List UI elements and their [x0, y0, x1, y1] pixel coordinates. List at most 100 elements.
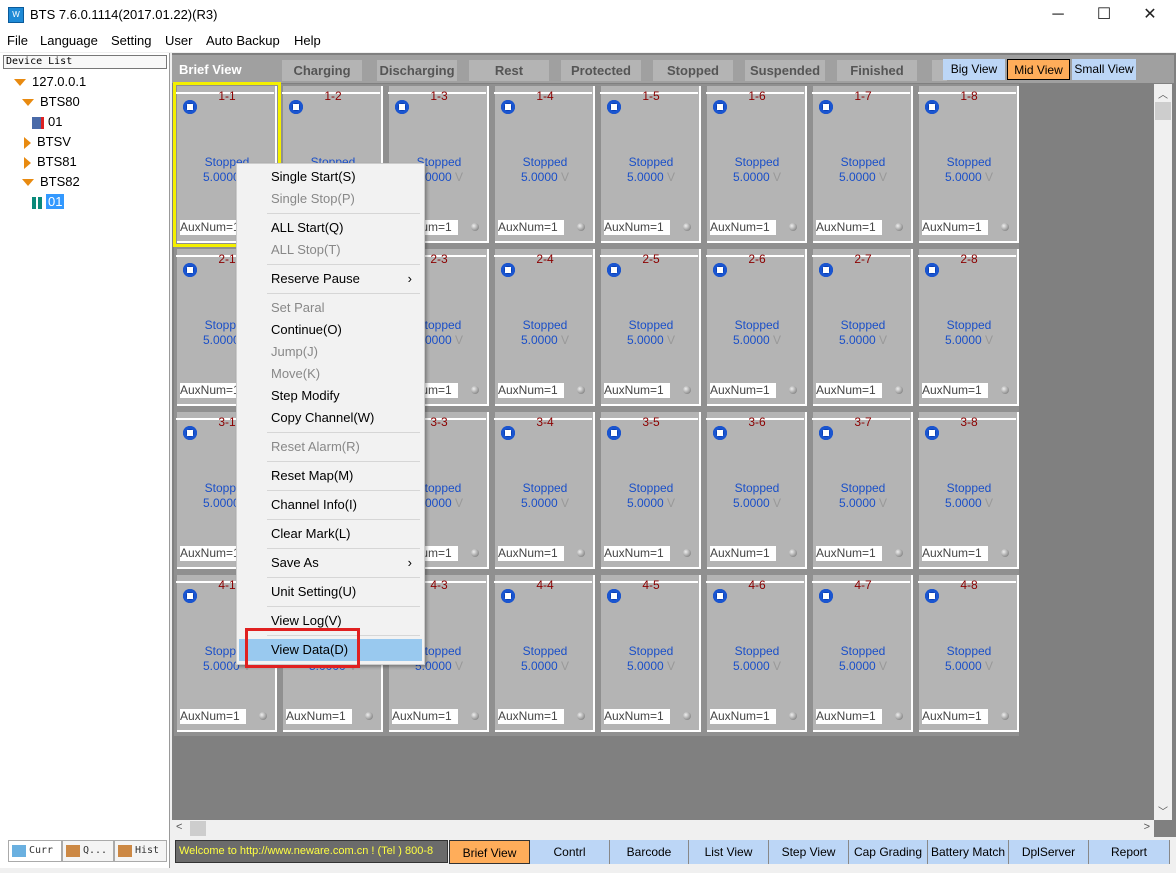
- tree-node-bts80-01[interactable]: 01: [32, 113, 62, 131]
- channel-voltage: 5.0000 V: [520, 659, 570, 673]
- filter-rest[interactable]: Rest: [469, 60, 549, 81]
- minimize-button[interactable]: ─: [1035, 0, 1081, 30]
- maximize-button[interactable]: ☐: [1081, 0, 1127, 30]
- menu-item-reserve-pause[interactable]: Reserve Pause ›: [239, 268, 422, 290]
- channel-card-1-6[interactable]: 1-6 Stopped 5.0000 V AuxNum=1: [706, 86, 807, 243]
- tree-node-host[interactable]: 127.0.0.1: [14, 73, 86, 91]
- channel-card-3-5[interactable]: 3-5 Stopped 5.0000 V AuxNum=1: [600, 412, 701, 569]
- channel-card-1-7[interactable]: 1-7 Stopped 5.0000 V AuxNum=1: [812, 86, 913, 243]
- filter-discharging[interactable]: Discharging: [377, 60, 457, 81]
- channel-card-1-8[interactable]: 1-8 Stopped 5.0000 V AuxNum=1: [918, 86, 1019, 243]
- menu-help[interactable]: Help: [294, 33, 321, 48]
- channel-card-1-4[interactable]: 1-4 Stopped 5.0000 V AuxNum=1: [494, 86, 595, 243]
- bottom-button-barcode[interactable]: Barcode: [610, 840, 689, 864]
- tree-node-bts82-01[interactable]: 01: [32, 193, 65, 211]
- filter-finished[interactable]: Finished: [837, 60, 917, 81]
- bottom-button-cap-grading[interactable]: Cap Grading: [849, 840, 928, 864]
- close-button[interactable]: ✕: [1127, 0, 1173, 30]
- menu-item-unit-setting[interactable]: Unit Setting(U): [239, 581, 422, 603]
- menu-setting[interactable]: Setting: [111, 33, 151, 48]
- menu-item-all-start[interactable]: ALL Start(Q): [239, 217, 422, 239]
- aux-num-field: AuxNum=1: [710, 709, 776, 724]
- bottom-button-step-view[interactable]: Step View: [769, 840, 849, 864]
- status-led-icon: [607, 263, 621, 277]
- menu-item-continue[interactable]: Continue(O): [239, 319, 422, 341]
- menu-item-save-as[interactable]: Save As ›: [239, 552, 422, 574]
- bottom-button-list-view[interactable]: List View: [689, 840, 769, 864]
- menu-item-channel-info[interactable]: Channel Info(I): [239, 494, 422, 516]
- menu-bar: File Language Setting User Auto Backup H…: [0, 30, 1176, 52]
- menu-item-label: Reserve Pause: [271, 271, 360, 286]
- menu-separator: [267, 461, 420, 462]
- horizontal-scrollbar[interactable]: < >: [172, 820, 1154, 837]
- channel-card-2-6[interactable]: 2-6 Stopped 5.0000 V AuxNum=1: [706, 249, 807, 406]
- vertical-scrollbar[interactable]: ︿ ﹀: [1154, 84, 1172, 820]
- bottom-button-brief-view[interactable]: Brief View: [449, 840, 530, 864]
- menu-item-label: ALL Stop(T): [271, 242, 341, 257]
- filter-suspended[interactable]: Suspended: [745, 60, 825, 81]
- tree-node-bts81[interactable]: BTS81: [24, 153, 77, 171]
- small-view-button[interactable]: Small View: [1072, 59, 1136, 80]
- aux-num-field: AuxNum=1: [710, 220, 776, 235]
- channel-card-3-8[interactable]: 3-8 Stopped 5.0000 V AuxNum=1: [918, 412, 1019, 569]
- menu-language[interactable]: Language: [40, 33, 98, 48]
- channel-card-2-7[interactable]: 2-7 Stopped 5.0000 V AuxNum=1: [812, 249, 913, 406]
- channel-card-3-7[interactable]: 3-7 Stopped 5.0000 V AuxNum=1: [812, 412, 913, 569]
- tree-node-bts80[interactable]: BTS80: [22, 93, 80, 111]
- bottom-button-contrl[interactable]: Contrl: [530, 840, 610, 864]
- channel-voltage: 5.0000 V: [944, 333, 994, 347]
- tab-curr[interactable]: Curr: [8, 840, 62, 862]
- menu-item-all-stop: ALL Stop(T): [239, 239, 422, 261]
- scroll-down-icon[interactable]: ﹀: [1154, 803, 1172, 818]
- tab-q[interactable]: Q...: [62, 840, 114, 862]
- channel-card-3-4[interactable]: 3-4 Stopped 5.0000 V AuxNum=1: [494, 412, 595, 569]
- scrollbar-thumb[interactable]: [190, 821, 206, 836]
- menu-item-copy-channel[interactable]: Copy Channel(W): [239, 407, 422, 429]
- channel-card-4-6[interactable]: 4-6 Stopped 5.0000 V AuxNum=1: [706, 575, 807, 732]
- channel-card-4-7[interactable]: 4-7 Stopped 5.0000 V AuxNum=1: [812, 575, 913, 732]
- menu-file[interactable]: File: [7, 33, 28, 48]
- filter-charging[interactable]: Charging: [282, 60, 362, 81]
- menu-item-label: Save As: [271, 555, 319, 570]
- aux-ball-icon: [895, 712, 903, 720]
- tab-label: Hist: [135, 845, 160, 856]
- scroll-left-icon[interactable]: <: [176, 821, 182, 833]
- channel-card-2-5[interactable]: 2-5 Stopped 5.0000 V AuxNum=1: [600, 249, 701, 406]
- channel-card-4-4[interactable]: 4-4 Stopped 5.0000 V AuxNum=1: [494, 575, 595, 732]
- tree-label: BTS81: [37, 154, 77, 169]
- filter-protected[interactable]: Protected: [561, 60, 641, 81]
- channel-card-3-6[interactable]: 3-6 Stopped 5.0000 V AuxNum=1: [706, 412, 807, 569]
- channel-card-4-8[interactable]: 4-8 Stopped 5.0000 V AuxNum=1: [918, 575, 1019, 732]
- bottom-button-battery-match[interactable]: Battery Match: [928, 840, 1009, 864]
- tab-hist[interactable]: Hist: [114, 840, 167, 862]
- menu-separator: [267, 490, 420, 491]
- mid-view-button[interactable]: Mid View: [1007, 59, 1070, 80]
- menu-item-clear-mark[interactable]: Clear Mark(L): [239, 523, 422, 545]
- channel-voltage: 5.0000 V: [520, 333, 570, 347]
- channel-card-2-4[interactable]: 2-4 Stopped 5.0000 V AuxNum=1: [494, 249, 595, 406]
- channel-card-4-5[interactable]: 4-5 Stopped 5.0000 V AuxNum=1: [600, 575, 701, 732]
- scroll-up-icon[interactable]: ︿: [1154, 86, 1172, 101]
- scrollbar-thumb[interactable]: [1155, 102, 1171, 120]
- bottom-button-report[interactable]: Report: [1089, 840, 1170, 864]
- channel-card-1-5[interactable]: 1-5 Stopped 5.0000 V AuxNum=1: [600, 86, 701, 243]
- channel-voltage: 5.0000 V: [626, 496, 676, 510]
- status-led-icon: [183, 263, 197, 277]
- menu-user[interactable]: User: [165, 33, 192, 48]
- filter-stopped[interactable]: Stopped: [653, 60, 733, 81]
- channel-card-2-8[interactable]: 2-8 Stopped 5.0000 V AuxNum=1: [918, 249, 1019, 406]
- tree-node-bts82[interactable]: BTS82: [22, 173, 80, 191]
- menu-auto-backup[interactable]: Auto Backup: [206, 33, 280, 48]
- channel-voltage: 5.0000 V: [732, 333, 782, 347]
- bottom-button-dplserver[interactable]: DplServer: [1009, 840, 1089, 864]
- menu-item-label: Single Start(S): [271, 169, 356, 184]
- tree-node-btsv[interactable]: BTSV: [24, 133, 71, 151]
- menu-item-single-start[interactable]: Single Start(S): [239, 166, 422, 188]
- menu-item-reset-map[interactable]: Reset Map(M): [239, 465, 422, 487]
- highlight-callout-box: [245, 628, 360, 668]
- menu-item-label: Copy Channel(W): [271, 410, 375, 425]
- status-led-icon: [713, 100, 727, 114]
- menu-item-step-modify[interactable]: Step Modify: [239, 385, 422, 407]
- scroll-right-icon[interactable]: >: [1144, 821, 1150, 833]
- big-view-button[interactable]: Big View: [943, 59, 1005, 80]
